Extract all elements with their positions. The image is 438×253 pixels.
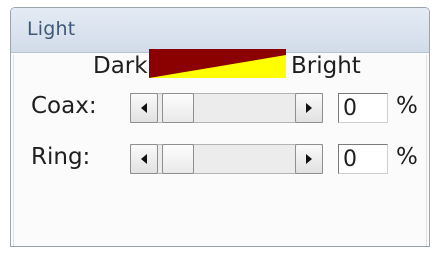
- arrow-left-icon: [141, 154, 147, 164]
- ring-slider-thumb[interactable]: [162, 144, 194, 174]
- brightness-gradient-swatch: [149, 49, 286, 78]
- ring-increase-button[interactable]: [295, 144, 323, 174]
- dark-wedge: [149, 49, 286, 78]
- arrow-left-icon: [141, 103, 147, 113]
- dark-label: Dark: [93, 53, 148, 79]
- coax-increase-button[interactable]: [295, 93, 323, 123]
- panel-title-bar: Light: [11, 8, 429, 53]
- coax-label: Coax:: [31, 93, 97, 119]
- coax-slider-thumb[interactable]: [162, 93, 194, 123]
- ring-label: Ring:: [31, 144, 91, 170]
- arrow-right-icon: [306, 103, 312, 113]
- brightness-gradient-graphic: [149, 49, 286, 78]
- panel-title: Light: [27, 18, 76, 40]
- light-panel: Light: [10, 7, 430, 247]
- ring-decrease-button[interactable]: [130, 144, 158, 174]
- coax-decrease-button[interactable]: [130, 93, 158, 123]
- coax-unit-label: %: [396, 93, 418, 119]
- arrow-right-icon: [306, 154, 312, 164]
- ring-value-field[interactable]: [338, 144, 388, 174]
- coax-value-field[interactable]: [338, 93, 388, 123]
- ring-unit-label: %: [396, 144, 418, 170]
- bright-label: Bright: [291, 53, 361, 79]
